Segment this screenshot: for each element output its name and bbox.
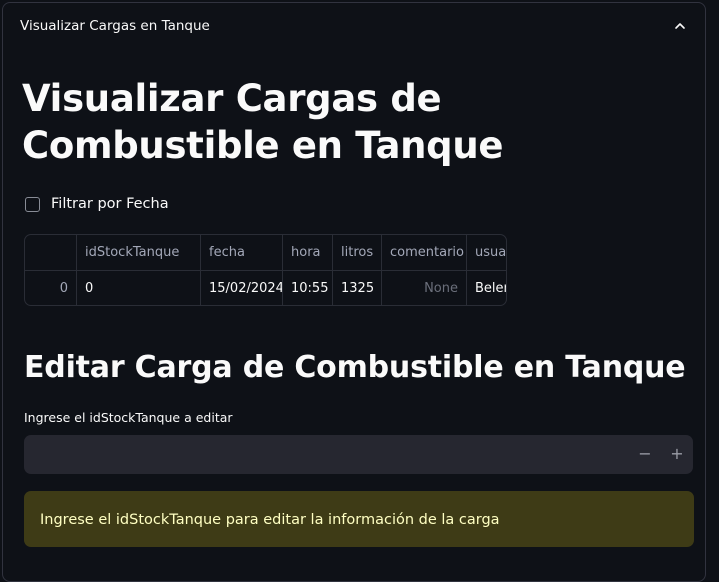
- table-header-row: idStockTanque fecha hora litros comentar…: [25, 235, 506, 270]
- increment-button[interactable]: +: [661, 435, 693, 474]
- idstocktanque-number-input: − +: [24, 435, 693, 476]
- table-header-litros[interactable]: litros: [333, 235, 382, 270]
- table-header-idstocktanque[interactable]: idStockTanque: [77, 235, 201, 270]
- table-header-usuario[interactable]: usuario: [467, 235, 506, 270]
- idstocktanque-input[interactable]: [24, 435, 638, 476]
- page-title: Visualizar Cargas de Combustible en Tanq…: [22, 77, 504, 167]
- table-cell-hora[interactable]: 10:55: [283, 271, 333, 305]
- table-cell-litros[interactable]: 1325: [333, 271, 382, 305]
- table-row: 0 0 15/02/2024 10:55 1325 None Belen: [25, 270, 506, 305]
- table-cell-fecha[interactable]: 15/02/2024: [201, 271, 283, 305]
- decrement-button[interactable]: −: [629, 435, 661, 474]
- expander: Visualizar Cargas en Tanque Visualizar C…: [2, 2, 706, 582]
- table-cell-usuario[interactable]: Belen: [467, 271, 506, 305]
- idstocktanque-input-label: Ingrese el idStockTanque a editar: [24, 410, 233, 425]
- filter-date-checkbox[interactable]: Filtrar por Fecha: [25, 196, 169, 212]
- checkbox-box[interactable]: [25, 196, 40, 212]
- table-cell-comentario[interactable]: None: [382, 271, 467, 305]
- expander-header[interactable]: Visualizar Cargas en Tanque: [3, 3, 705, 49]
- table-header-fecha[interactable]: fecha: [201, 235, 283, 270]
- warning-alert: Ingrese el idStockTanque para editar la …: [24, 491, 694, 547]
- expander-label: Visualizar Cargas en Tanque: [20, 18, 210, 34]
- table-header-index: [25, 235, 77, 270]
- chevron-up-icon[interactable]: [673, 19, 687, 33]
- table-header-comentario[interactable]: comentario: [382, 235, 467, 270]
- table-header-hora[interactable]: hora: [283, 235, 333, 270]
- data-table: idStockTanque fecha hora litros comentar…: [24, 234, 507, 306]
- checkbox-label: Filtrar por Fecha: [51, 196, 169, 212]
- table-cell-idstocktanque[interactable]: 0: [77, 271, 201, 305]
- table-cell-index: 0: [25, 271, 77, 305]
- edit-section-title: Editar Carga de Combustible en Tanque: [24, 350, 686, 385]
